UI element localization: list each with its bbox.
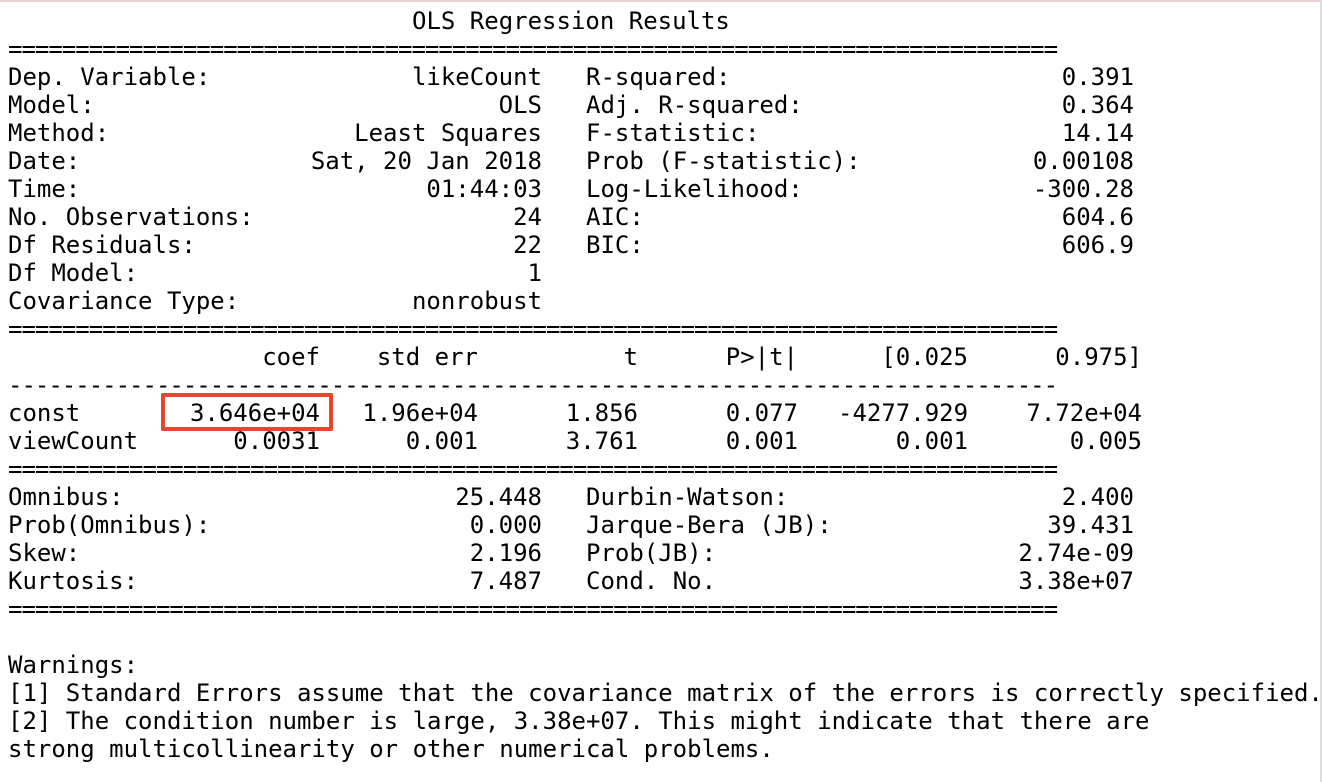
separator-double: ========================================… bbox=[8, 315, 1058, 343]
ci-lower-value: 0.001 bbox=[895, 427, 968, 455]
col-header-ci-lower: [0.025 bbox=[881, 343, 968, 371]
std-err-value: 0.001 bbox=[405, 427, 478, 455]
stat-value: 1 bbox=[527, 259, 542, 287]
stat-label: F-statistic: bbox=[586, 119, 760, 147]
coef-value: 0.0031 bbox=[233, 427, 320, 455]
stat-value: 24 bbox=[513, 203, 542, 231]
stat-label: Method: bbox=[8, 119, 110, 147]
stat-label: Prob(JB): bbox=[586, 539, 717, 567]
stat-value: -300.28 bbox=[1032, 175, 1134, 203]
stat-value: 2.400 bbox=[1061, 483, 1134, 511]
stat-value: 22 bbox=[513, 231, 542, 259]
stat-value: 0.000 bbox=[469, 511, 542, 539]
stat-label: Model: bbox=[8, 91, 95, 119]
warnings-heading: Warnings: bbox=[8, 651, 139, 679]
stat-label: Kurtosis: bbox=[8, 567, 139, 595]
separator-double: ========================================… bbox=[8, 35, 1058, 63]
ci-upper-value: 7.72e+04 bbox=[1026, 399, 1142, 427]
stat-label: BIC: bbox=[586, 231, 644, 259]
t-value: 1.856 bbox=[565, 399, 638, 427]
stat-label: Durbin-Watson: bbox=[586, 483, 789, 511]
stat-value: 2.74e-09 bbox=[1018, 539, 1134, 567]
stat-label: Covariance Type: bbox=[8, 287, 240, 315]
stat-value: 14.14 bbox=[1061, 119, 1134, 147]
stat-value: 606.9 bbox=[1061, 231, 1134, 259]
stat-label: Adj. R-squared: bbox=[586, 91, 803, 119]
row-label-viewcount: viewCount bbox=[8, 427, 139, 455]
separator-double: ========================================… bbox=[8, 595, 1058, 623]
stat-value: 0.00108 bbox=[1032, 147, 1134, 175]
table-row: viewCount 0.0031 0.001 3.761 0.001 0.001… bbox=[8, 427, 1142, 455]
stat-value: nonrobust bbox=[411, 287, 542, 315]
table-row: const 3.646e+04 1.96e+04 1.856 0.077 -42… bbox=[8, 399, 1142, 427]
stat-label: Df Model: bbox=[8, 259, 139, 287]
col-header-ci-upper: 0.975] bbox=[1055, 343, 1142, 371]
p-value: 0.077 bbox=[725, 399, 798, 427]
stat-label: Log-Likelihood: bbox=[586, 175, 803, 203]
stat-label: AIC: bbox=[586, 203, 644, 231]
stat-label: Prob(Omnibus): bbox=[8, 511, 211, 539]
col-header-std-err: std err bbox=[376, 343, 478, 371]
stat-label: Cond. No. bbox=[586, 567, 717, 595]
stat-value: 604.6 bbox=[1061, 203, 1134, 231]
stat-value: likeCount bbox=[411, 63, 542, 91]
stat-label: Date: bbox=[8, 147, 81, 175]
stat-value: 25.448 bbox=[455, 483, 542, 511]
col-header-coef: coef bbox=[262, 343, 320, 371]
stat-label: R-squared: bbox=[586, 63, 731, 91]
stat-label: Time: bbox=[8, 175, 81, 203]
col-header-p-value: P>|t| bbox=[725, 343, 798, 371]
stat-value: 2.196 bbox=[469, 539, 542, 567]
results-title-row: OLS Regression Results bbox=[8, 7, 730, 35]
stat-label: Df Residuals: bbox=[8, 231, 196, 259]
t-value: 3.761 bbox=[565, 427, 638, 455]
stat-value: 0.391 bbox=[1061, 63, 1134, 91]
stat-value: OLS bbox=[498, 91, 542, 119]
stat-value: 01:44:03 bbox=[426, 175, 542, 203]
stat-value: 7.487 bbox=[469, 567, 542, 595]
top-clipped-strip bbox=[0, 0, 1322, 6]
coef-table-header: coef std err t P>|t| [0.025 0.975] bbox=[8, 343, 1142, 371]
stat-label: No. Observations: bbox=[8, 203, 254, 231]
row-label-const: const bbox=[8, 399, 81, 427]
stat-label: Jarque-Bera (JB): bbox=[586, 511, 832, 539]
std-err-value: 1.96e+04 bbox=[362, 399, 478, 427]
p-value: 0.001 bbox=[725, 427, 798, 455]
stat-label: Dep. Variable: bbox=[8, 63, 211, 91]
stat-value: 3.38e+07 bbox=[1018, 567, 1134, 595]
stat-label: Skew: bbox=[8, 539, 81, 567]
coef-highlight-box bbox=[161, 393, 333, 431]
page-title: OLS Regression Results bbox=[412, 7, 730, 35]
stat-label: Prob (F-statistic): bbox=[586, 147, 861, 175]
col-header-t: t bbox=[623, 343, 638, 371]
ci-upper-value: 0.005 bbox=[1069, 427, 1142, 455]
separator-double: ========================================… bbox=[8, 455, 1058, 483]
stat-value: Sat, 20 Jan 2018 bbox=[310, 147, 542, 175]
warning-line: [2] The condition number is large, 3.38e… bbox=[8, 707, 1150, 735]
ci-lower-value: -4277.929 bbox=[838, 399, 969, 427]
stat-value: 39.431 bbox=[1047, 511, 1134, 539]
stat-value: Least Squares bbox=[354, 119, 542, 147]
warning-line: strong multicollinearity or other numeri… bbox=[8, 735, 774, 763]
warning-line: [1] Standard Errors assume that the cova… bbox=[8, 679, 1322, 707]
stat-value: 0.364 bbox=[1061, 91, 1134, 119]
stat-label: Omnibus: bbox=[8, 483, 124, 511]
